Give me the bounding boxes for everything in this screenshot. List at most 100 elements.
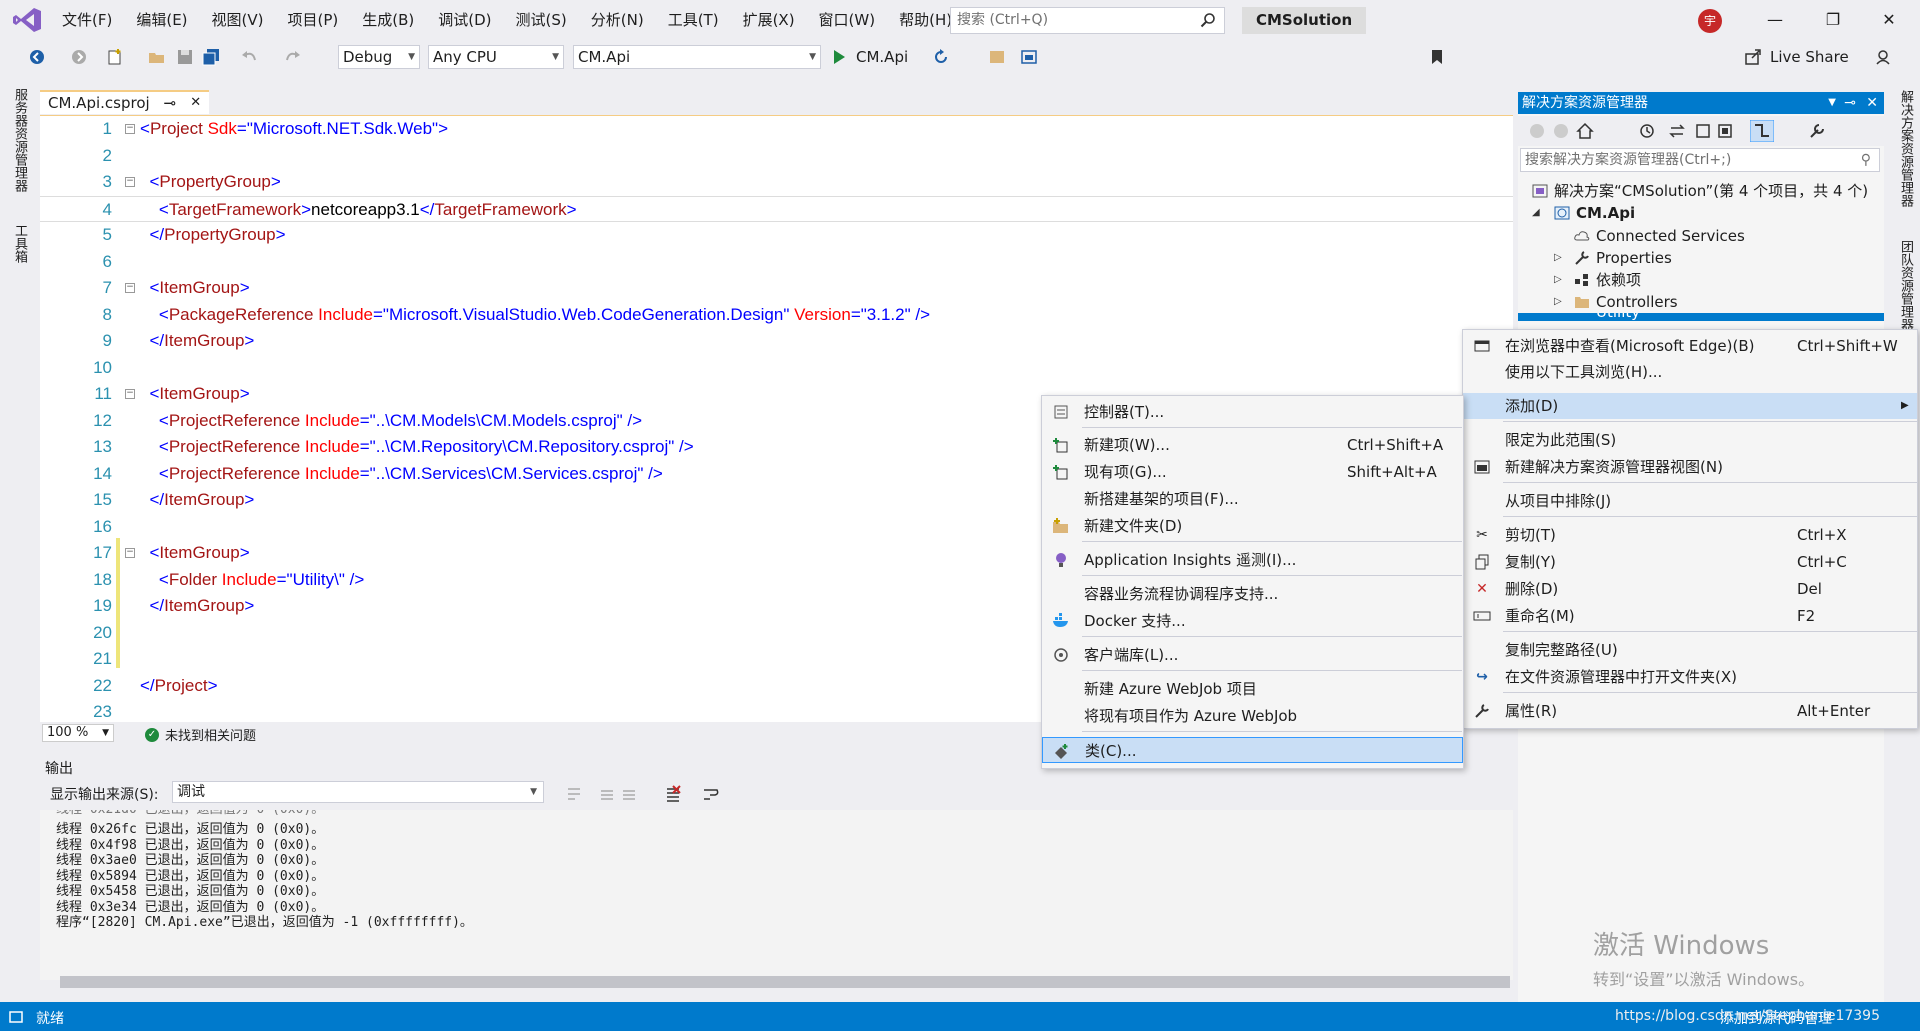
track-active-item-icon[interactable] [1750, 120, 1774, 142]
search-input[interactable]: 搜索 (Ctrl+Q) [950, 7, 1225, 34]
code-line[interactable]: 8 <PackageReference Include="Microsoft.V… [40, 302, 1513, 328]
tree-item-properties[interactable]: ▷ Properties [1518, 247, 1884, 269]
refresh-icon[interactable] [932, 48, 950, 66]
menu-item-2[interactable]: 视图(V) [200, 0, 276, 40]
menu-item-add[interactable]: 添加(D) ▶ [1463, 393, 1917, 419]
clear-all-icon[interactable] [664, 785, 682, 803]
save-icon[interactable] [176, 48, 194, 66]
menu-item-copy[interactable]: 复制(Y) Ctrl+C [1463, 549, 1917, 575]
forward-icon[interactable] [70, 48, 88, 66]
forward-icon[interactable] [1552, 122, 1570, 140]
menu-item-existing-item[interactable]: 现有项(G)... Shift+Alt+A [1042, 459, 1463, 485]
undo-icon[interactable] [240, 48, 258, 66]
chevron-down-icon[interactable]: ▼ [1828, 92, 1836, 114]
issues-indicator[interactable]: ✓ 未找到相关问题 [145, 725, 256, 744]
menu-item-8[interactable]: 工具(T) [656, 0, 731, 40]
collapse-icon[interactable]: − [125, 124, 135, 134]
open-folder-icon[interactable] [148, 48, 166, 66]
server-explorer-tab[interactable]: 服务器资源管理器 [10, 88, 29, 192]
close-icon[interactable]: ✕ [1866, 92, 1878, 114]
menu-item-5[interactable]: 调试(D) [426, 0, 503, 40]
code-line[interactable]: 7 − <ItemGroup> [40, 275, 1513, 301]
minimize-button[interactable]: — [1760, 8, 1790, 32]
tree-solution[interactable]: 解决方案“CMSolution”(第 4 个项目，共 4 个) [1518, 180, 1884, 202]
menu-item-class[interactable]: 类(C)... [1042, 737, 1463, 763]
back-icon[interactable] [28, 48, 46, 66]
menu-item-add-controller[interactable]: 控制器(T)... [1042, 399, 1463, 425]
new-project-icon[interactable] [106, 48, 124, 66]
menu-item-rename[interactable]: 重命名(M) F2 [1463, 603, 1917, 629]
menu-item-new-explorer-view[interactable]: 新建解决方案资源管理器视图(N) [1463, 454, 1917, 480]
code-line[interactable]: 2 [40, 143, 1513, 169]
code-line[interactable]: 5 </PropertyGroup> [40, 222, 1513, 248]
menu-item-open-in-file-explorer[interactable]: ↪ 在文件资源管理器中打开文件夹(X) [1463, 664, 1917, 690]
menu-item-container-orchestrator[interactable]: 容器业务流程协调程序支持... [1042, 581, 1463, 607]
menu-item-new-item[interactable]: 新建项(W)... Ctrl+Shift+A [1042, 432, 1463, 458]
pin-icon[interactable]: ⊸ [1844, 92, 1856, 114]
team-explorer-tab[interactable]: 团队资源管理器 [1896, 240, 1915, 331]
tree-project[interactable]: ◢ CM.Api [1518, 202, 1884, 224]
menu-item-new-folder[interactable]: 新建文件夹(D) [1042, 513, 1463, 539]
redo-icon[interactable] [284, 48, 302, 66]
history-icon[interactable] [1638, 122, 1656, 140]
startup-project-select[interactable]: CM.Api ▼ [573, 45, 821, 69]
collapse-all-icon[interactable] [1694, 122, 1712, 140]
menu-item-10[interactable]: 窗口(W) [807, 0, 888, 40]
tree-item-connected-services[interactable]: Connected Services [1518, 225, 1884, 247]
menu-item-docker-support[interactable]: Docker 支持... [1042, 608, 1463, 634]
code-line[interactable]: 4 <TargetFramework>netcoreapp3.1</Target… [40, 195, 1513, 222]
previous-message-icon[interactable] [598, 785, 616, 803]
tree-item-dependencies[interactable]: ▷ 依赖项 [1518, 269, 1884, 291]
collapse-icon[interactable]: − [125, 177, 135, 187]
tree-item-controllers[interactable]: ▷ Controllers [1518, 291, 1884, 313]
platform-select[interactable]: Any CPU ▼ [428, 45, 564, 69]
menu-item-9[interactable]: 扩展(X) [731, 0, 807, 40]
collapsed-arrow-icon[interactable]: ▷ [1554, 291, 1564, 313]
browser-link-icon[interactable] [988, 48, 1006, 66]
code-line[interactable]: 1 − <Project Sdk="Microsoft.NET.Sdk.Web"> [40, 116, 1513, 142]
back-icon[interactable] [1528, 122, 1546, 140]
pin-icon[interactable]: ⊸ [164, 92, 177, 114]
output-horizontal-scrollbar[interactable] [60, 976, 1510, 988]
menu-item-new-azure-webjob[interactable]: 新建 Azure WebJob 项目 [1042, 676, 1463, 702]
menu-item-4[interactable]: 生成(B) [350, 0, 426, 40]
next-message-icon[interactable] [620, 785, 638, 803]
output-text[interactable]: 线程 0x21d0 已退出，返回值为 0 (0x0)。 线程 0x26fc 已退… [40, 810, 1513, 980]
run-icon[interactable] [832, 49, 846, 65]
code-line[interactable]: 6 [40, 249, 1513, 275]
toolbox-tab[interactable]: 工具箱 [10, 224, 29, 263]
bookmark-icon[interactable] [1428, 48, 1446, 66]
menu-item-new-scaffolded-item[interactable]: 新搭建基架的项目(F)... [1042, 486, 1463, 512]
expanded-arrow-icon[interactable]: ◢ [1532, 202, 1542, 224]
collapsed-arrow-icon[interactable]: ▷ [1554, 269, 1564, 291]
find-message-icon[interactable] [565, 785, 583, 803]
output-source-select[interactable]: 调试 ▼ [172, 781, 544, 803]
menu-item-delete[interactable]: ✕ 删除(D) Del [1463, 576, 1917, 602]
menu-item-browse-with[interactable]: 使用以下工具浏览(H)... [1463, 359, 1917, 385]
collapse-icon[interactable]: − [125, 389, 135, 399]
menu-item-view-in-browser[interactable]: 在浏览器中查看(Microsoft Edge)(B) Ctrl+Shift+W [1463, 333, 1917, 359]
menu-item-existing-as-webjob[interactable]: 将现有项目作为 Azure WebJob [1042, 703, 1463, 729]
menu-item-exclude-from-project[interactable]: 从项目中排除(J) [1463, 488, 1917, 514]
code-line[interactable]: 10 [40, 355, 1513, 381]
sync-icon[interactable] [1668, 122, 1686, 140]
code-line[interactable]: 3 − <PropertyGroup> [40, 169, 1513, 195]
notification-icon[interactable] [8, 1009, 24, 1025]
close-icon[interactable]: ✕ [190, 92, 201, 114]
zoom-select[interactable]: 100 % ▼ [42, 724, 114, 742]
collapsed-arrow-icon[interactable]: ▷ [1554, 247, 1564, 269]
menu-item-client-library[interactable]: 客户端库(L)... [1042, 642, 1463, 668]
configuration-select[interactable]: Debug ▼ [338, 45, 420, 69]
collapse-icon[interactable]: − [125, 283, 135, 293]
live-share-button[interactable]: Live Share [1770, 48, 1849, 66]
wrench-icon[interactable] [1808, 122, 1826, 140]
user-avatar[interactable]: 宇 [1698, 9, 1722, 33]
solution-explorer-tab[interactable]: 解决方案资源管理器 [1896, 90, 1915, 207]
menu-item-6[interactable]: 测试(S) [504, 0, 579, 40]
save-all-icon[interactable] [202, 48, 220, 66]
solution-explorer-search[interactable]: 搜索解决方案资源管理器(Ctrl+;) ⚲ [1520, 148, 1880, 172]
menu-item-7[interactable]: 分析(N) [579, 0, 656, 40]
menu-item-cut[interactable]: ✂ 剪切(T) Ctrl+X [1463, 522, 1917, 548]
collapse-icon[interactable]: − [125, 548, 135, 558]
menu-item-0[interactable]: 文件(F) [50, 0, 124, 40]
